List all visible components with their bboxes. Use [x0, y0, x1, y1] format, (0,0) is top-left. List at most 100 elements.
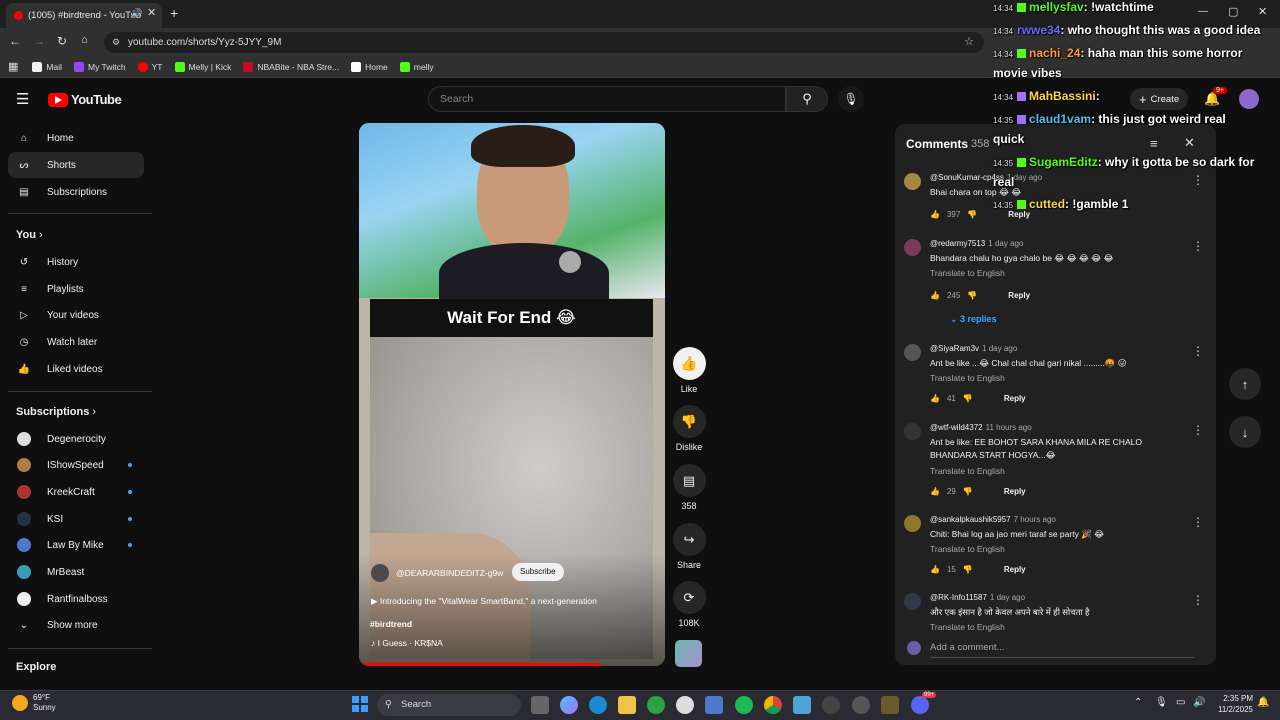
- previous-short-button[interactable]: ↑: [1229, 368, 1261, 400]
- share-button[interactable]: ↪ Share: [672, 523, 706, 570]
- video-description[interactable]: ▶ Introducing the "VitalWear SmartBand,"…: [371, 596, 597, 607]
- video-progress-bar[interactable]: [359, 663, 601, 666]
- bookmark-mail[interactable]: Mail: [32, 61, 62, 72]
- translate-link[interactable]: Translate to English: [930, 373, 1005, 383]
- bookmark-kick[interactable]: Melly | Kick: [174, 61, 231, 72]
- new-tab-icon[interactable]: +: [170, 5, 178, 21]
- reload-icon[interactable]: ↻: [57, 34, 67, 48]
- more-options-icon[interactable]: ⋮: [1192, 515, 1204, 529]
- maximize-icon[interactable]: ▢: [1228, 5, 1238, 18]
- dislike-comment-icon[interactable]: 👎: [967, 291, 977, 300]
- comments-button[interactable]: ▤ 358: [672, 464, 706, 511]
- remix-button[interactable]: ⟳ 108K: [672, 581, 706, 628]
- windows-start-icon[interactable]: [352, 696, 368, 712]
- commenter-avatar[interactable]: [904, 515, 921, 532]
- sidebar-item-playlists[interactable]: ≡ Playlists: [8, 276, 144, 302]
- forward-icon[interactable]: →: [33, 34, 45, 48]
- dislike-button[interactable]: 👎 Dislike: [672, 405, 706, 452]
- voice-search-button[interactable]: 🎙: [838, 86, 864, 112]
- bookmark-melly[interactable]: melly: [399, 61, 434, 72]
- like-comment-icon[interactable]: 👍: [930, 394, 940, 403]
- more-options-icon[interactable]: ⋮: [1192, 344, 1204, 358]
- create-button[interactable]: + Create: [1130, 88, 1189, 110]
- commenter-avatar[interactable]: [904, 423, 921, 440]
- sidebar-item-history[interactable]: ↺ History: [8, 249, 144, 275]
- spotify-icon[interactable]: [735, 696, 753, 714]
- sort-icon[interactable]: ≡: [1150, 136, 1158, 151]
- sidebar-sub-mrbeast[interactable]: MrBeast: [8, 559, 144, 585]
- add-comment-field[interactable]: Add a comment...: [895, 634, 1216, 660]
- view-replies-button[interactable]: ⌄ 3 replies: [950, 314, 997, 325]
- bookmark-twitch[interactable]: My Twitch: [74, 61, 126, 72]
- github-icon[interactable]: [676, 696, 694, 714]
- notifications-button[interactable]: 🔔 9+: [1204, 87, 1227, 108]
- sidebar-subscriptions-header[interactable]: Subscriptions ›: [16, 406, 96, 418]
- reply-button[interactable]: Reply: [1008, 291, 1030, 300]
- reply-button[interactable]: Reply: [1008, 210, 1030, 219]
- sidebar-item-home[interactable]: ⌂ Home: [8, 125, 144, 151]
- game-app-icon[interactable]: [881, 696, 899, 714]
- mic-icon[interactable]: 🎙: [1155, 697, 1168, 708]
- tab-close-icon[interactable]: ✕: [147, 6, 156, 19]
- more-options-icon[interactable]: ⋮: [1192, 593, 1204, 607]
- sidebar-item-watch-later[interactable]: ◷ Watch later: [8, 329, 144, 355]
- weather-widget[interactable]: 69°F Sunny: [12, 693, 56, 713]
- chevron-up-icon[interactable]: ⌃: [1134, 697, 1142, 708]
- channel-avatar[interactable]: [371, 564, 389, 582]
- photos-icon[interactable]: [793, 696, 811, 714]
- reply-button[interactable]: Reply: [1004, 394, 1026, 403]
- sidebar-sub-rantfinalboss[interactable]: Rantfinalboss: [8, 586, 144, 612]
- commenter-avatar[interactable]: [904, 344, 921, 361]
- discord-icon[interactable]: 99+: [911, 692, 937, 714]
- reply-button[interactable]: Reply: [1004, 487, 1026, 496]
- more-options-icon[interactable]: ⋮: [1192, 239, 1204, 253]
- like-comment-icon[interactable]: 👍: [930, 565, 940, 574]
- like-comment-icon[interactable]: 👍: [930, 291, 940, 300]
- sidebar-item-subscriptions[interactable]: ▤ Subscriptions: [8, 179, 144, 205]
- dislike-comment-icon[interactable]: 👎: [963, 565, 973, 574]
- comment-author[interactable]: @sankalpkaushik5957: [930, 515, 1011, 524]
- notification-bell-icon[interactable]: 🔔: [1257, 697, 1269, 708]
- commenter-avatar[interactable]: [904, 173, 921, 190]
- copilot-icon[interactable]: [560, 696, 578, 714]
- dislike-comment-icon[interactable]: 👎: [963, 487, 973, 496]
- short-video-player[interactable]: Wait For End 😂 @DEARARBINDEDITZ-g9w Subs…: [359, 123, 665, 666]
- commenter-avatar[interactable]: [904, 593, 921, 610]
- bookmark-yt[interactable]: YT: [137, 61, 163, 72]
- task-view-icon[interactable]: [531, 696, 549, 714]
- bookmark-home[interactable]: Home: [351, 61, 388, 72]
- close-icon[interactable]: ✕: [1184, 135, 1195, 151]
- sidebar-sub-ishowspeed[interactable]: IShowSpeed: [8, 452, 144, 478]
- comment-author[interactable]: @redarmy7513: [930, 239, 985, 248]
- search-input[interactable]: Search: [428, 86, 786, 112]
- sidebar-sub-ksi[interactable]: KSI: [8, 506, 144, 532]
- media-player-icon[interactable]: [822, 696, 840, 714]
- sidebar-sub-degenerocity[interactable]: Degenerocity: [8, 426, 144, 452]
- back-icon[interactable]: ←: [9, 34, 21, 48]
- volume-icon[interactable]: 🔊: [1193, 697, 1205, 708]
- window-close-icon[interactable]: ✕: [1258, 5, 1267, 18]
- minimize-icon[interactable]: —: [1198, 6, 1208, 17]
- account-avatar[interactable]: [1239, 89, 1259, 109]
- clock[interactable]: 2:35 PM 11/2/2025: [1218, 693, 1253, 715]
- xbox-icon[interactable]: [647, 696, 665, 714]
- home-icon[interactable]: ⌂: [81, 34, 88, 46]
- sidebar-show-more[interactable]: ⌄ Show more: [8, 612, 144, 638]
- bookmark-nbabite[interactable]: NBABite - NBA Stre...: [243, 61, 339, 72]
- sidebar-item-shorts[interactable]: ᔕ Shorts: [8, 152, 144, 178]
- sidebar-you-header[interactable]: You ›: [16, 229, 43, 241]
- video-music[interactable]: ♪ I Guess · KR$NA: [371, 638, 443, 648]
- sound-thumbnail[interactable]: [675, 640, 702, 667]
- search-button[interactable]: ⚲: [786, 86, 828, 112]
- address-bar[interactable]: ⚙ youtube.com/shorts/Yyz-5JYY_9M ☆: [104, 32, 984, 53]
- next-short-button[interactable]: ↓: [1229, 416, 1261, 448]
- comment-author[interactable]: @RK-Info11587: [930, 593, 987, 602]
- sidebar-sub-kreekcraft[interactable]: KreekCraft: [8, 479, 144, 505]
- translate-link[interactable]: Translate to English: [930, 268, 1005, 278]
- subscribe-button[interactable]: Subscribe: [512, 563, 564, 581]
- site-info-icon[interactable]: ⚙: [112, 32, 120, 53]
- more-options-icon[interactable]: ⋮: [1192, 423, 1204, 437]
- file-explorer-icon[interactable]: [618, 696, 636, 714]
- network-icon[interactable]: ▭: [1176, 697, 1185, 708]
- comment-author[interactable]: @SiyaRam3v: [930, 344, 979, 353]
